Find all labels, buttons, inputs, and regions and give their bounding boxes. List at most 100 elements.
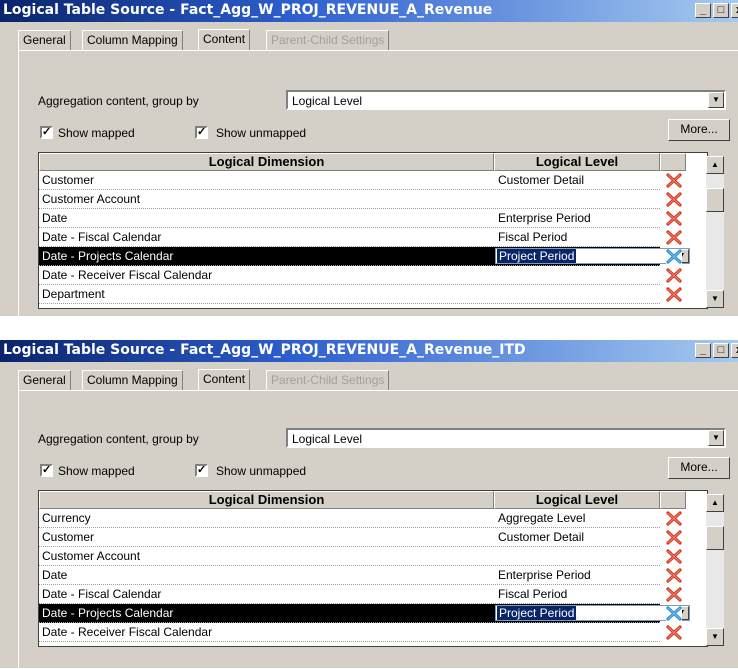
dialog-panel-2: Logical Table Source - Fact_Agg_W_PROJ_R… (0, 340, 738, 669)
column-header-blank (660, 491, 686, 509)
dialog-panel-1: Logical Table Source - Fact_Agg_W_PROJ_R… (0, 0, 738, 317)
red-x-delete-icon[interactable] (666, 625, 682, 640)
chevron-down-icon[interactable]: ▼ (708, 430, 724, 446)
maximize-button[interactable]: □ (713, 3, 729, 18)
dimension-cell: Department (42, 287, 105, 301)
show-unmapped-label: Show unmapped (216, 126, 307, 140)
table-row[interactable]: Date - Receiver Fiscal Calendar (39, 623, 682, 642)
scroll-up-button[interactable]: ▲ (706, 156, 724, 174)
column-header-dimension[interactable]: Logical Dimension (39, 153, 494, 171)
dimension-cell: Customer (42, 530, 95, 544)
vertical-scrollbar[interactable]: ▲ ▼ (706, 156, 724, 308)
show-unmapped-checkbox[interactable]: ✓ (195, 464, 208, 477)
level-cell[interactable]: Customer Detail (498, 173, 584, 187)
level-select[interactable]: Project Period ▼ (495, 605, 690, 621)
red-x-delete-icon[interactable] (666, 568, 682, 583)
more-button[interactable]: More... (668, 119, 730, 141)
close-button[interactable]: x (731, 343, 738, 358)
dimension-cell: Date - Fiscal Calendar (42, 230, 162, 244)
red-x-delete-icon[interactable] (666, 511, 682, 526)
close-button[interactable]: x (731, 3, 738, 18)
window-title: Logical Table Source - Fact_Agg_W_PROJ_R… (3, 342, 526, 358)
aggregation-label: Aggregation content, group by (38, 94, 199, 108)
tab-column-mapping[interactable]: Column Mapping (82, 370, 183, 390)
dimension-cell: Customer Account (42, 549, 141, 563)
red-x-delete-icon[interactable] (666, 287, 682, 302)
red-x-delete-icon[interactable] (666, 268, 682, 283)
show-mapped-checkbox[interactable]: ✓ (40, 126, 53, 139)
minimize-button[interactable]: _ (695, 343, 711, 358)
vertical-scrollbar[interactable]: ▲ ▼ (706, 494, 724, 646)
maximize-button[interactable]: □ (713, 343, 729, 358)
aggregation-select[interactable]: Logical Level ▼ (286, 428, 726, 448)
table-row[interactable]: Date - Fiscal Calendar Fiscal Period (39, 228, 682, 247)
column-header-level[interactable]: Logical Level (494, 491, 660, 509)
table-row[interactable]: Date - Receiver Fiscal Calendar (39, 266, 682, 285)
red-x-delete-icon[interactable] (666, 587, 682, 602)
row-list: Currency Aggregate Level Customer Customer … (39, 509, 690, 646)
blue-x-delete-icon[interactable] (666, 606, 682, 621)
level-cell: Project Period (497, 249, 577, 263)
tab-general[interactable]: General (18, 30, 71, 50)
show-mapped-checkbox[interactable]: ✓ (40, 464, 53, 477)
table-row[interactable]: Customer Account (39, 547, 682, 566)
scroll-down-button[interactable]: ▼ (706, 628, 724, 646)
blue-x-delete-icon[interactable] (666, 249, 682, 264)
chevron-down-icon[interactable]: ▼ (708, 92, 724, 108)
tab-parent-child-settings: Parent-Child Settings (266, 370, 390, 390)
show-mapped-label: Show mapped (58, 126, 135, 140)
table-row[interactable]: Date Enterprise Period (39, 209, 682, 228)
table-row[interactable]: Date - Projects Calendar Project Period ▼ (39, 604, 690, 623)
column-header-level[interactable]: Logical Level (494, 153, 660, 171)
red-x-delete-icon[interactable] (666, 192, 682, 207)
table-row[interactable]: Date - Projects Calendar Project Period ▼ (39, 247, 690, 266)
column-header-blank (660, 153, 686, 171)
minimize-button[interactable]: _ (695, 3, 711, 18)
red-x-delete-icon[interactable] (666, 173, 682, 188)
level-cell[interactable]: Aggregate Level (498, 511, 585, 525)
title-bar[interactable]: Logical Table Source - Fact_Agg_W_PROJ_R… (0, 0, 738, 22)
red-x-delete-icon[interactable] (666, 549, 682, 564)
tab-content[interactable]: Content (198, 369, 251, 391)
dimension-cell: Currency (42, 511, 91, 525)
red-x-delete-icon[interactable] (666, 530, 682, 545)
red-x-delete-icon[interactable] (666, 230, 682, 245)
table-row[interactable]: Customer Customer Detail (39, 171, 682, 190)
show-unmapped-label: Show unmapped (216, 464, 307, 478)
level-cell[interactable]: Enterprise Period (498, 568, 591, 582)
red-x-delete-icon[interactable] (666, 211, 682, 226)
level-cell[interactable]: Enterprise Period (498, 211, 591, 225)
table-row[interactable]: Date Enterprise Period (39, 566, 682, 585)
table-row[interactable]: Department (39, 285, 682, 304)
level-cell: Project Period (497, 606, 577, 620)
tab-general[interactable]: General (18, 370, 71, 390)
show-mapped-label: Show mapped (58, 464, 135, 478)
table-row[interactable]: Customer Customer Detail (39, 528, 682, 547)
table-row[interactable]: Customer Account (39, 190, 682, 209)
content-grid: Logical Dimension Logical Level Currency… (38, 490, 708, 647)
aggregation-value: Logical Level (292, 432, 363, 446)
tab-content[interactable]: Content (198, 29, 251, 51)
show-unmapped-checkbox[interactable]: ✓ (195, 126, 208, 139)
title-bar[interactable]: Logical Table Source - Fact_Agg_W_PROJ_R… (0, 340, 738, 362)
table-row[interactable]: Currency Aggregate Level (39, 509, 682, 528)
dimension-cell: Date - Receiver Fiscal Calendar (42, 268, 213, 282)
dimension-cell: Date (42, 211, 68, 225)
dimension-cell: Date - Projects Calendar (42, 249, 174, 263)
more-button[interactable]: More... (668, 457, 730, 479)
scroll-thumb[interactable] (706, 526, 724, 550)
level-cell[interactable]: Fiscal Period (498, 230, 567, 244)
level-cell[interactable]: Fiscal Period (498, 587, 567, 601)
tab-column-mapping[interactable]: Column Mapping (82, 30, 183, 50)
dimension-cell: Date - Projects Calendar (42, 606, 174, 620)
table-row[interactable]: Date - Fiscal Calendar Fiscal Period (39, 585, 682, 604)
scroll-down-button[interactable]: ▼ (706, 290, 724, 308)
column-header-dimension[interactable]: Logical Dimension (39, 491, 494, 509)
aggregation-select[interactable]: Logical Level ▼ (286, 90, 726, 110)
dimension-cell: Date (42, 568, 68, 582)
scroll-up-button[interactable]: ▲ (706, 494, 724, 512)
level-cell[interactable]: Customer Detail (498, 530, 584, 544)
level-select[interactable]: Project Period ▼ (495, 248, 690, 264)
dialog-body: General Column Mapping Content Parent-Ch… (0, 22, 738, 317)
scroll-thumb[interactable] (706, 188, 724, 212)
